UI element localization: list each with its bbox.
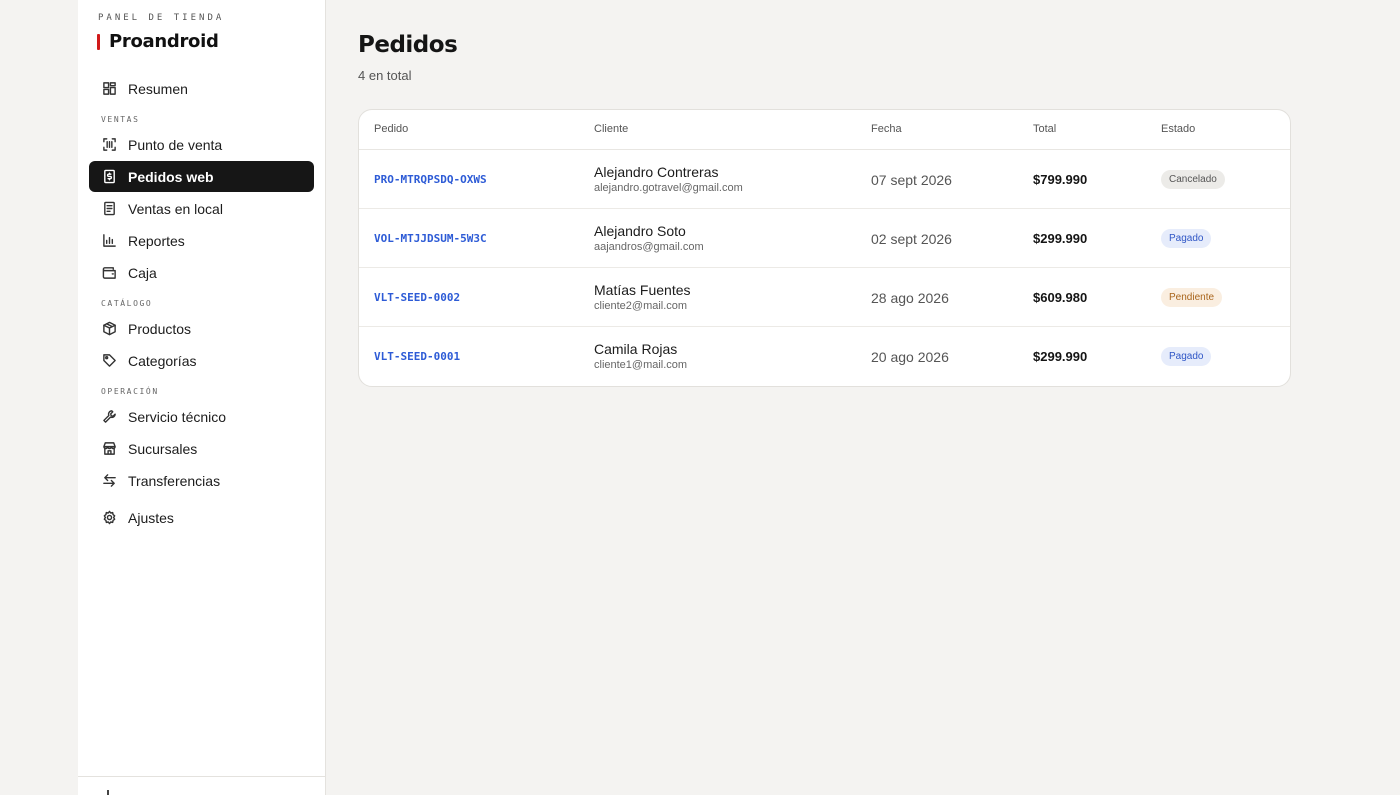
sidebar-item-resumen[interactable]: Resumen: [89, 73, 314, 104]
order-id-link[interactable]: VLT-SEED-0002: [374, 291, 460, 304]
customer-name: Matías Fuentes: [594, 282, 691, 298]
column-header-estado[interactable]: Estado: [1161, 123, 1195, 135]
section-label-ventas: VENTAS: [101, 115, 140, 124]
sidebar-item-label: Productos: [128, 320, 192, 337]
column-header-cliente[interactable]: Cliente: [594, 123, 628, 135]
status-badge: Pagado: [1161, 347, 1212, 366]
order-total: $609.980: [1033, 290, 1088, 305]
section-label-operacion: OPERACIÓN: [101, 387, 159, 396]
sidebar-item-categorias[interactable]: Categorías: [89, 345, 314, 376]
order-date: 07 sept 2026: [871, 172, 952, 188]
sidebar-item-label: Pedidos web: [128, 168, 214, 185]
sidebar-footer-divider: [78, 776, 325, 777]
order-date: 28 ago 2026: [871, 290, 949, 306]
status-badge: Cancelado: [1161, 170, 1225, 189]
sidebar-item-label: Resumen: [128, 80, 188, 97]
box-icon: [101, 321, 117, 337]
table-header: Pedido Cliente Fecha Total Estado: [359, 110, 1290, 150]
table-row[interactable]: VOL-MTJJDSUM-5W3C Alejandro Soto aajandr…: [359, 209, 1290, 268]
brand-accent-bar: [97, 33, 100, 50]
brand[interactable]: Proandroid: [97, 31, 219, 52]
table-row[interactable]: VLT-SEED-0001 Camila Rojas cliente1@mail…: [359, 327, 1290, 386]
sidebar-item-label: Transferencias: [128, 472, 221, 489]
sidebar-item-label: Ventas en local: [128, 200, 223, 217]
order-total: $299.990: [1033, 349, 1088, 364]
document-list-icon: [101, 201, 117, 217]
sidebar-item-reportes[interactable]: Reportes: [89, 225, 314, 256]
sidebar-item-label: Servicio técnico: [128, 408, 227, 425]
order-id-link[interactable]: VLT-SEED-0001: [374, 350, 460, 363]
sidebar-item-caja[interactable]: Caja: [89, 257, 314, 288]
sidebar-item-label: Categorías: [128, 352, 197, 369]
table-row[interactable]: PRO-MTRQPSDQ-OXWS Alejandro Contreras al…: [359, 150, 1290, 209]
order-total: $299.990: [1033, 231, 1088, 246]
section-label-catalogo: CATÁLOGO: [101, 299, 153, 308]
column-header-pedido[interactable]: Pedido: [374, 123, 408, 135]
order-id-link[interactable]: PRO-MTRQPSDQ-OXWS: [374, 173, 487, 186]
sidebar-item-productos[interactable]: Productos: [89, 313, 314, 344]
customer-name: Alejandro Contreras: [594, 164, 719, 180]
wallet-icon: [101, 265, 117, 281]
tag-icon: [101, 353, 117, 369]
customer-name: Alejandro Soto: [594, 223, 686, 239]
sidebar-item-label: Punto de venta: [128, 136, 223, 153]
sidebar-item-ajustes[interactable]: Ajustes: [89, 502, 314, 533]
order-date: 02 sept 2026: [871, 231, 952, 247]
sidebar-item-label: Ajustes: [128, 509, 174, 526]
sidebar-item-sucursales[interactable]: Sucursales: [89, 433, 314, 464]
customer-name: Camila Rojas: [594, 341, 678, 357]
wrench-icon: [101, 409, 117, 425]
sidebar-item-ventas-en-local[interactable]: Ventas en local: [89, 193, 314, 224]
table-row[interactable]: VLT-SEED-0002 Matías Fuentes cliente2@ma…: [359, 268, 1290, 327]
user-icon[interactable]: [107, 790, 115, 795]
grid-icon: [101, 81, 117, 97]
sidebar-item-punto-de-venta[interactable]: Punto de venta: [89, 129, 314, 160]
brand-name: Proandroid: [109, 31, 219, 52]
sidebar-item-servicio-tecnico[interactable]: Servicio técnico: [89, 401, 314, 432]
page-subtitle: 4 en total: [358, 68, 412, 83]
bar-chart-icon: [101, 233, 117, 249]
sidebar-item-transferencias[interactable]: Transferencias: [89, 465, 314, 496]
store-icon: [101, 441, 117, 457]
order-id-link[interactable]: VOL-MTJJDSUM-5W3C: [374, 232, 487, 245]
status-badge: Pagado: [1161, 229, 1212, 248]
arrows-swap-icon: [101, 473, 117, 489]
page-title: Pedidos: [358, 32, 458, 58]
order-total: $799.990: [1033, 172, 1088, 187]
customer-email: aajandros@gmail.com: [594, 241, 704, 253]
column-header-total[interactable]: Total: [1033, 123, 1056, 135]
brand-subtitle: PANEL DE TIENDA: [98, 13, 225, 23]
customer-email: alejandro.gotravel@gmail.com: [594, 182, 743, 194]
orders-table: Pedido Cliente Fecha Total Estado PRO-MT…: [358, 109, 1291, 387]
customer-email: cliente2@mail.com: [594, 300, 688, 312]
sidebar-item-label: Reportes: [128, 232, 185, 249]
sidebar: PANEL DE TIENDA Proandroid Resumen VENTA…: [78, 0, 326, 795]
sidebar-item-pedidos-web[interactable]: Pedidos web: [89, 161, 314, 192]
barcode-scan-icon: [101, 137, 117, 153]
customer-email: cliente1@mail.com: [594, 359, 688, 371]
status-badge: Pendiente: [1161, 288, 1223, 307]
sidebar-item-label: Caja: [128, 264, 157, 281]
sidebar-item-label: Sucursales: [128, 440, 198, 457]
order-date: 20 ago 2026: [871, 349, 949, 365]
receipt-dollar-icon: [101, 169, 117, 185]
gear-icon: [101, 510, 117, 526]
column-header-fecha[interactable]: Fecha: [871, 123, 902, 135]
